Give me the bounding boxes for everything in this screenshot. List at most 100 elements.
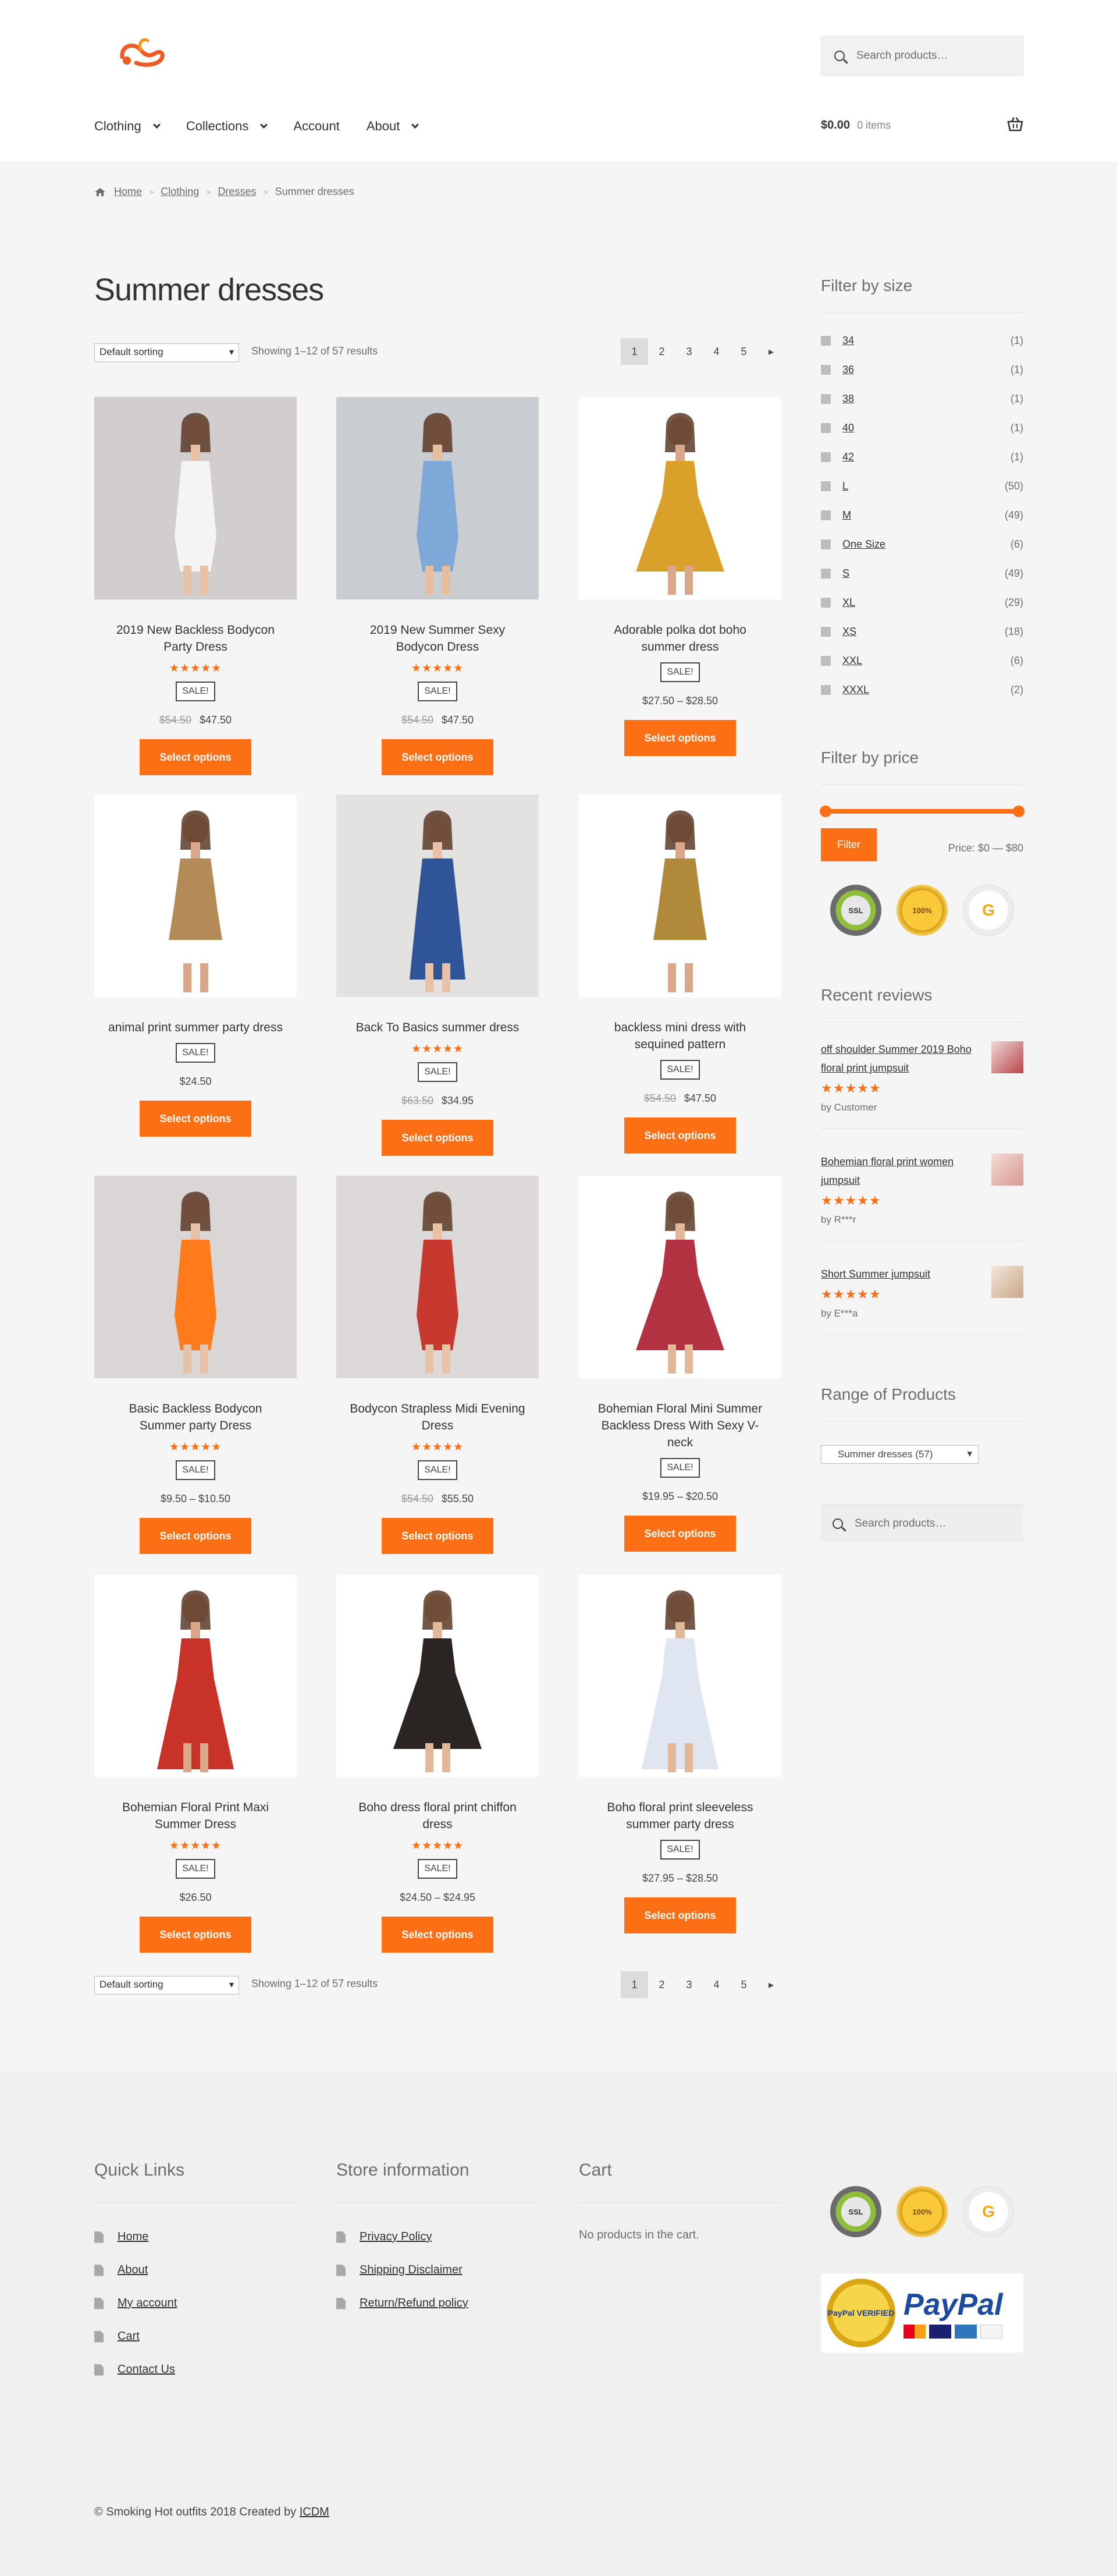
select-options-button[interactable]: Select options <box>140 739 251 775</box>
checkbox[interactable] <box>821 393 831 404</box>
checkbox[interactable] <box>821 452 831 462</box>
size-label[interactable]: XXXL <box>842 684 1011 696</box>
size-filter-item[interactable]: 34 (1) <box>821 326 1023 355</box>
icdm-link[interactable]: ICDM <box>300 2506 329 2518</box>
review-thumbnail[interactable] <box>991 1041 1023 1073</box>
size-filter-item[interactable]: XL (29) <box>821 588 1023 617</box>
product-title[interactable]: Adorable polka dot boho summer dress <box>590 622 770 655</box>
nav-item-account[interactable]: Account <box>293 119 356 134</box>
product-title[interactable]: Boho floral print sleeveless summer part… <box>590 1799 770 1833</box>
nav-item-about[interactable]: About <box>367 119 435 134</box>
checkbox[interactable] <box>821 568 831 579</box>
checkbox[interactable] <box>821 597 831 608</box>
select-options-button[interactable]: Select options <box>624 1117 736 1154</box>
checkbox[interactable] <box>821 626 831 637</box>
breadcrumb-dresses[interactable]: Dresses <box>218 186 256 198</box>
product-image[interactable] <box>94 794 297 997</box>
checkbox[interactable] <box>821 655 831 666</box>
nav-item-clothing[interactable]: Clothing <box>94 119 176 134</box>
product-image[interactable] <box>579 1176 781 1378</box>
checkbox[interactable] <box>821 423 831 433</box>
logo[interactable] <box>111 33 180 79</box>
footer-link-about[interactable]: About <box>94 2254 297 2287</box>
review-thumbnail[interactable] <box>991 1266 1023 1298</box>
header-search-input[interactable]: Search products… <box>821 36 1023 76</box>
size-label[interactable]: 36 <box>842 364 1011 376</box>
size-label[interactable]: XL <box>842 597 1005 609</box>
select-options-button[interactable]: Select options <box>624 720 736 756</box>
size-label[interactable]: One Size <box>842 538 1011 551</box>
select-options-button[interactable]: Select options <box>382 1120 493 1156</box>
price-slider-max-handle[interactable] <box>1013 806 1024 817</box>
filter-button[interactable]: Filter <box>821 828 877 861</box>
select-options-button[interactable]: Select options <box>140 1917 251 1953</box>
header-cart[interactable]: $0.00 0 items <box>821 117 1023 132</box>
product-title[interactable]: 2019 New Summer Sexy Bodycon Dress <box>348 622 527 655</box>
price-slider[interactable] <box>820 806 1024 817</box>
checkbox[interactable] <box>821 539 831 549</box>
page-3[interactable]: 3 <box>675 1971 703 1998</box>
footer-link-privacy[interactable]: Privacy Policy <box>336 2220 539 2254</box>
size-filter-item[interactable]: S (49) <box>821 559 1023 588</box>
breadcrumb-clothing[interactable]: Clothing <box>161 186 199 198</box>
product-image[interactable] <box>579 794 781 997</box>
page-2[interactable]: 2 <box>648 338 675 365</box>
product-title[interactable]: Back To Basics summer dress <box>348 1019 527 1036</box>
product-image[interactable] <box>579 397 781 599</box>
size-label[interactable]: XS <box>842 626 1005 638</box>
product-image[interactable] <box>336 1574 539 1777</box>
breadcrumb-home[interactable]: Home <box>114 186 142 198</box>
page-5[interactable]: 5 <box>730 338 757 365</box>
page-5[interactable]: 5 <box>730 1971 757 1998</box>
page-4[interactable]: 4 <box>703 1971 730 1998</box>
product-image[interactable] <box>94 1574 297 1777</box>
size-filter-item[interactable]: L (50) <box>821 471 1023 501</box>
product-image[interactable] <box>94 1176 297 1378</box>
nav-item-collections[interactable]: Collections <box>186 119 283 134</box>
size-label[interactable]: 34 <box>842 335 1011 347</box>
checkbox[interactable] <box>821 335 831 346</box>
size-filter-item[interactable]: M (49) <box>821 501 1023 530</box>
review-product-link[interactable]: Bohemian floral print women jumpsuit <box>821 1152 990 1190</box>
review-product-link[interactable]: off shoulder Summer 2019 Boho floral pri… <box>821 1040 990 1077</box>
range-select[interactable]: Summer dresses (57) <box>821 1445 979 1464</box>
product-title[interactable]: backless mini dress with sequined patter… <box>590 1019 770 1053</box>
product-image[interactable] <box>579 1574 781 1777</box>
select-options-button[interactable]: Select options <box>382 1917 493 1953</box>
size-filter-item[interactable]: 36 (1) <box>821 355 1023 384</box>
product-image[interactable] <box>336 1176 539 1378</box>
checkbox[interactable] <box>821 481 831 491</box>
checkbox[interactable] <box>821 684 831 695</box>
footer-link-contact[interactable]: Contact Us <box>94 2353 297 2386</box>
footer-link-cart[interactable]: Cart <box>94 2320 297 2353</box>
checkbox[interactable] <box>821 364 831 375</box>
product-title[interactable]: Bohemian Floral Print Maxi Summer Dress <box>106 1799 285 1833</box>
size-label[interactable]: XXL <box>842 655 1011 667</box>
select-options-button[interactable]: Select options <box>382 739 493 775</box>
size-label[interactable]: 38 <box>842 393 1011 405</box>
size-label[interactable]: S <box>842 567 1005 580</box>
size-label[interactable]: 42 <box>842 451 1011 463</box>
review-thumbnail[interactable] <box>991 1154 1023 1186</box>
page-3[interactable]: 3 <box>675 338 703 365</box>
select-options-button[interactable]: Select options <box>140 1518 251 1554</box>
product-title[interactable]: Basic Backless Bodycon Summer party Dres… <box>106 1400 285 1434</box>
footer-link-my-account[interactable]: My account <box>94 2287 297 2320</box>
size-filter-item[interactable]: XS (18) <box>821 617 1023 646</box>
sort-select-bottom[interactable]: Default sorting <box>94 1976 239 1995</box>
next-page-icon[interactable]: ▸ <box>757 338 785 365</box>
select-options-button[interactable]: Select options <box>624 1516 736 1552</box>
product-image[interactable] <box>336 397 539 599</box>
size-label[interactable]: 40 <box>842 422 1011 434</box>
size-filter-item[interactable]: One Size (6) <box>821 530 1023 559</box>
product-image[interactable] <box>336 794 539 997</box>
footer-link-home[interactable]: Home <box>94 2220 297 2254</box>
size-filter-item[interactable]: 38 (1) <box>821 384 1023 413</box>
product-title[interactable]: Bohemian Floral Mini Summer Backless Dre… <box>590 1400 770 1451</box>
select-options-button[interactable]: Select options <box>140 1101 251 1137</box>
product-title[interactable]: 2019 New Backless Bodycon Party Dress <box>106 622 285 655</box>
product-image[interactable] <box>94 397 297 599</box>
page-4[interactable]: 4 <box>703 338 730 365</box>
footer-link-shipping[interactable]: Shipping Disclaimer <box>336 2254 539 2287</box>
sort-select[interactable]: Default sorting <box>94 343 239 362</box>
